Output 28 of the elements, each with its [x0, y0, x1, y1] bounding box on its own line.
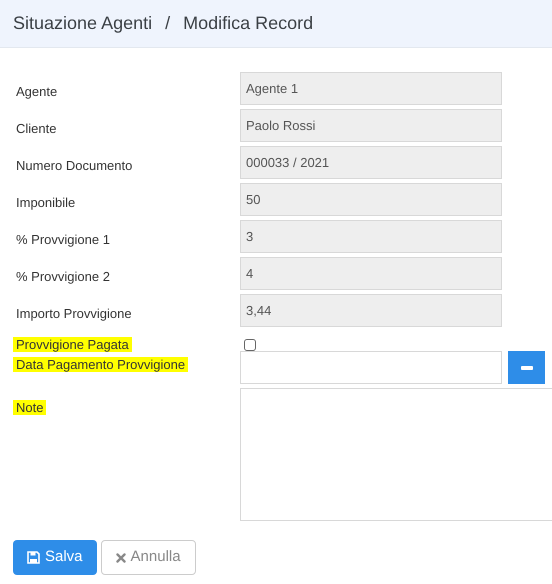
input-field[interactable]: 3,44 — [240, 294, 502, 327]
breadcrumb-separator: / — [165, 12, 170, 35]
input-field[interactable]: Agente 1 — [240, 72, 502, 105]
cancel-button[interactable]: Annulla — [100, 540, 196, 575]
input-field[interactable]: Paolo Rossi — [240, 109, 502, 142]
field-label: Importo Provvigione — [15, 306, 133, 321]
field-label: % Provvigione 2 — [15, 269, 111, 284]
field-label: % Provvigione 1 — [15, 232, 111, 247]
input-field[interactable]: 000033 / 2021 — [240, 146, 502, 179]
field-label: Agente — [15, 84, 58, 99]
close-icon — [116, 552, 126, 562]
input-field[interactable]: 3 — [240, 220, 502, 253]
minus-icon — [520, 366, 532, 370]
field-label: Cliente — [15, 121, 58, 136]
field-label: Provvigione Pagata — [13, 337, 132, 352]
remove-button[interactable] — [508, 351, 545, 384]
breadcrumb-link[interactable]: Situazione Agenti — [13, 10, 152, 37]
notes-field[interactable] — [240, 388, 552, 521]
date-field[interactable] — [240, 351, 502, 384]
field-label: Data Pagamento Provvigione — [13, 357, 188, 372]
page-title: Modifica Record — [183, 12, 314, 35]
input-field[interactable]: 4 — [240, 257, 502, 290]
checkbox[interactable] — [244, 339, 256, 351]
field-label: Numero Documento — [15, 158, 134, 173]
field-label: Note — [13, 400, 46, 415]
input-field[interactable]: 50 — [240, 183, 502, 216]
field-label: Imponibile — [15, 195, 76, 210]
save-button[interactable]: Salva — [13, 540, 97, 575]
